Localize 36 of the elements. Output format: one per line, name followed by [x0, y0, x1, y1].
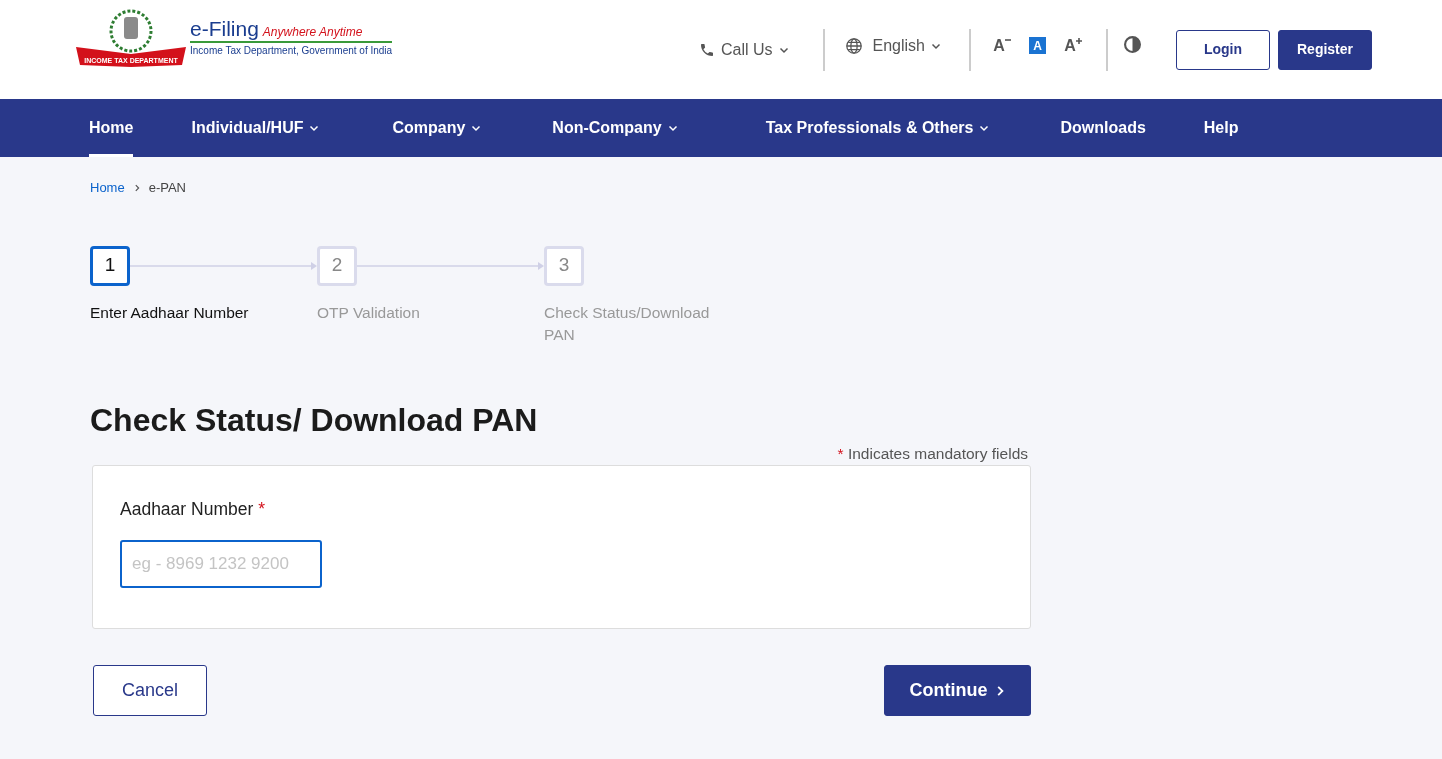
- field-label: Aadhaar Number *: [120, 497, 266, 521]
- logo-subtitle: Income Tax Department, Government of India: [190, 43, 393, 58]
- step-label: OTP Validation: [317, 302, 421, 323]
- step-number: 2: [317, 245, 357, 286]
- continue-button[interactable]: Continue: [884, 665, 1031, 716]
- breadcrumb-link[interactable]: Home: [90, 178, 125, 198]
- logo-title: e-Filing: [190, 17, 259, 40]
- logo-tagline: Anywhere Anytime: [262, 23, 363, 41]
- nav-item[interactable]: Individual/HUF: [191, 99, 320, 157]
- mandatory-note: * Indicates mandatory fields: [837, 443, 1028, 464]
- step-label: Check Status/Download PAN: [544, 302, 711, 345]
- step-label: Enter Aadhaar Number: [90, 302, 250, 323]
- increase-font-button[interactable]: A: [1062, 34, 1084, 57]
- register-button[interactable]: Register: [1278, 29, 1372, 70]
- normal-font-button[interactable]: A: [1029, 37, 1046, 54]
- globe-icon: [844, 36, 863, 55]
- page-heading: Check Status/ Download PAN: [90, 400, 539, 440]
- contrast-icon[interactable]: [1124, 36, 1141, 53]
- nav-item[interactable]: Tax Professionals & Others: [765, 99, 990, 157]
- nav-item[interactable]: Company: [392, 99, 482, 157]
- nav-item[interactable]: Downloads: [1060, 99, 1146, 157]
- cancel-button[interactable]: Cancel: [93, 665, 207, 716]
- breadcrumb-current: e-PAN: [148, 179, 186, 197]
- minus-icon: [1004, 37, 1011, 44]
- nav-item[interactable]: Home: [89, 99, 134, 157]
- language-menu[interactable]: English: [844, 33, 941, 58]
- decrease-font-button[interactable]: A: [991, 34, 1013, 57]
- aadhaar-input-field[interactable]: eg - 8969 1232 9200: [120, 540, 322, 588]
- call-us-menu[interactable]: Call Us: [698, 37, 789, 62]
- login-button[interactable]: Login: [1176, 29, 1270, 70]
- nav-item[interactable]: Non-Company: [552, 99, 678, 157]
- phone-icon: [698, 41, 715, 58]
- step-number: 3: [544, 245, 584, 286]
- nav-item[interactable]: Help: [1203, 99, 1239, 157]
- step-number: 1: [90, 245, 130, 286]
- plus-icon: [1075, 37, 1082, 44]
